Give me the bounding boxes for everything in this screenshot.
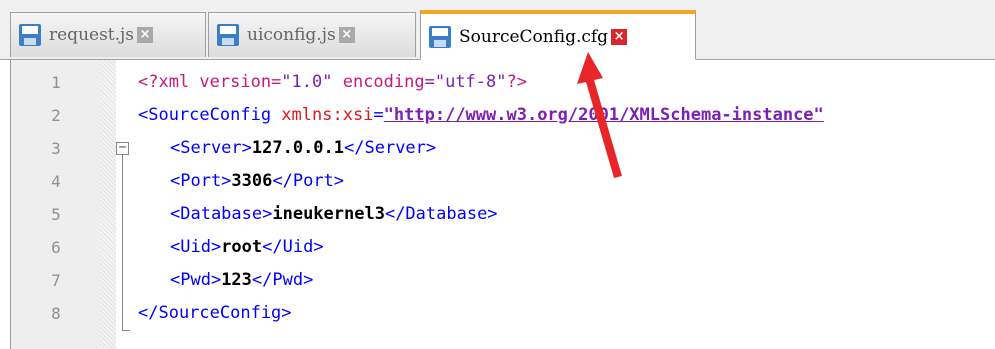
uid-close-tag: </Uid> xyxy=(262,237,324,257)
database-close-tag: </Database> xyxy=(384,204,498,224)
tab-label: request.js xyxy=(49,25,135,45)
xmlns-url[interactable]: "http://www.w3.org/2001/XMLSchema-instan… xyxy=(384,105,824,125)
code-line-6: <Uid>root</Uid> xyxy=(138,231,995,264)
port-value: 3306 xyxy=(231,171,273,191)
port-close-tag: </Port> xyxy=(272,171,345,191)
pwd-value: 123 xyxy=(221,270,252,290)
line-number-gutter: 1 2 3 4 5 6 7 8 xyxy=(10,60,101,349)
save-icon xyxy=(429,25,451,48)
xml-encoding-attr: encoding xyxy=(332,72,425,92)
sourceconfig-close-tag: </SourceConfig> xyxy=(138,303,292,323)
line-number: 1 xyxy=(51,73,61,92)
uid-open-tag: <Uid> xyxy=(170,237,222,257)
fold-end xyxy=(122,330,130,331)
tab-bar: request.js × uiconfig.js × SourceConfig.… xyxy=(0,0,995,60)
tab-uiconfig-js[interactable]: uiconfig.js × xyxy=(208,12,416,57)
code-editor[interactable]: 1 2 3 4 5 6 7 8 − <?xml version="1.0" en… xyxy=(0,60,995,349)
line-number: 7 xyxy=(51,271,61,290)
xmlns-equals: = xyxy=(373,105,384,125)
line-number: 6 xyxy=(51,238,61,257)
database-value: ineukernel3 xyxy=(272,204,385,224)
code-line-5: <Database>ineukernel3</Database> xyxy=(138,198,995,231)
line-number: 5 xyxy=(51,205,61,224)
code-line-8: </SourceConfig> xyxy=(138,297,995,330)
uid-value: root xyxy=(221,237,263,257)
code-text: <?xml version="1.0" encoding="utf-8"?> <… xyxy=(138,66,995,330)
line-number: 3 xyxy=(51,139,61,158)
server-close-tag: </Server> xyxy=(344,138,437,158)
save-icon xyxy=(217,24,239,46)
line-number: 2 xyxy=(51,106,61,125)
pwd-close-tag: </Pwd> xyxy=(251,270,314,290)
tab-label: uiconfig.js xyxy=(247,25,336,45)
code-line-4: <Port>3306</Port> xyxy=(138,165,995,198)
code-line-7: <Pwd>123</Pwd> xyxy=(138,264,995,297)
xmlns-attr: xmlns:xsi xyxy=(271,105,374,125)
tab-sourceconfig-cfg[interactable]: SourceConfig.cfg × xyxy=(420,10,696,60)
tab-label: SourceConfig.cfg xyxy=(459,26,609,47)
close-icon[interactable]: × xyxy=(611,28,628,45)
sourceconfig-open-tag: <SourceConfig xyxy=(138,105,272,125)
fold-line xyxy=(122,155,123,331)
code-line-3: <Server>127.0.0.1</Server> xyxy=(138,132,995,165)
close-icon[interactable]: × xyxy=(338,27,355,43)
fold-minus-icon[interactable]: − xyxy=(116,141,129,155)
line-number: 4 xyxy=(51,172,61,191)
xml-encoding-value: ="utf-8" xyxy=(424,72,507,92)
line-number: 8 xyxy=(51,304,61,323)
tab-request-js[interactable]: request.js × xyxy=(10,12,206,57)
server-value: 127.0.0.1 xyxy=(251,138,345,158)
close-icon[interactable]: × xyxy=(137,27,154,43)
code-line-2: <SourceConfig xmlns:xsi="http://www.w3.o… xyxy=(138,99,995,132)
code-line-1: <?xml version="1.0" encoding="utf-8"?> xyxy=(138,66,995,99)
xml-declaration-open: <?xml version= xyxy=(138,72,282,92)
xml-declaration-close: ?> xyxy=(506,72,527,92)
server-open-tag: <Server> xyxy=(170,138,252,158)
save-icon xyxy=(19,24,41,46)
fold-margin xyxy=(100,60,116,349)
database-open-tag: <Database> xyxy=(170,204,273,224)
xml-version-value: "1.0" xyxy=(281,72,333,92)
pwd-open-tag: <Pwd> xyxy=(170,270,222,290)
port-open-tag: <Port> xyxy=(170,171,232,191)
